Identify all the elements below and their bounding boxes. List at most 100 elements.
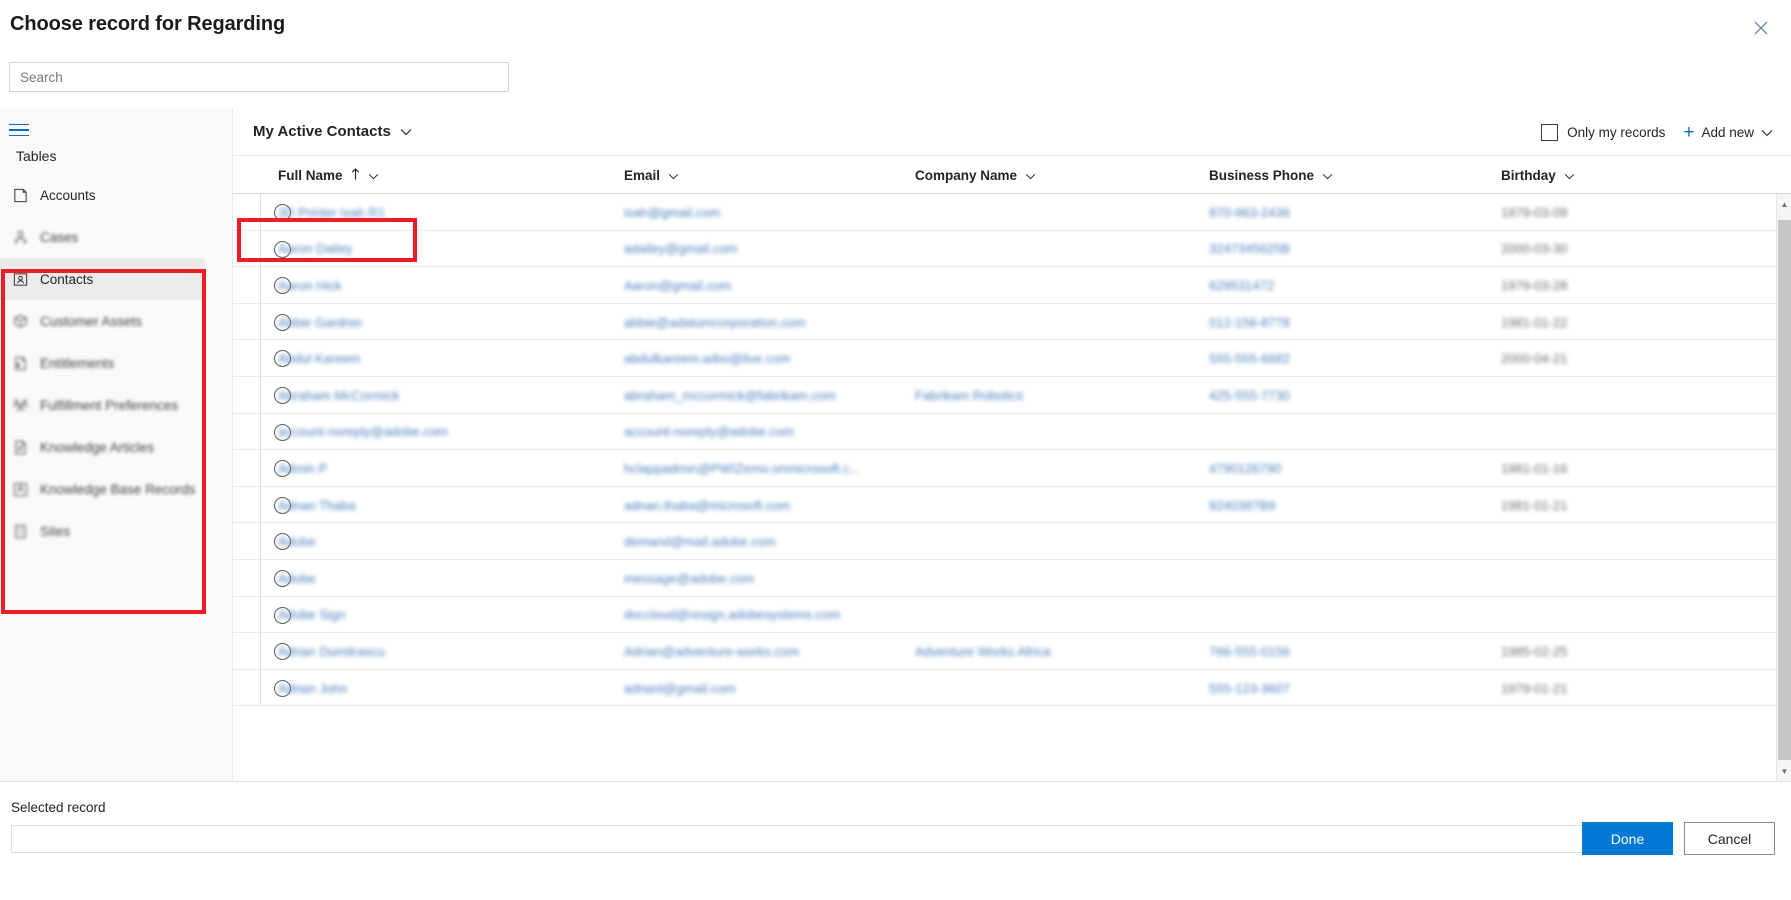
table-row[interactable]: Adnan Thaba adnan.thaba@microsoft.com 9240… (233, 486, 1791, 524)
sidebar-item-knowledge-articles[interactable]: Knowledge Articles (0, 426, 205, 468)
cell-full-name[interactable]: Adnan Thaba (278, 487, 538, 524)
table-row[interactable]: Adrian Dumitrascu Adrian@adventure-works.… (233, 633, 1791, 670)
sidebar-item-entitlements[interactable]: Entitlements (0, 342, 205, 384)
cell-email[interactable]: message@adobe.com (624, 560, 904, 597)
scrollbar-thumb[interactable] (1778, 220, 1791, 760)
cell-full-name[interactable]: Adobe (278, 560, 538, 597)
sidebar-item-customer-assets[interactable]: Customer Assets (0, 300, 205, 342)
cell-email[interactable]: hclappadmin@PWIZemo.onmicrosoft.c... (624, 450, 904, 487)
cell-business-phone[interactable]: 9240387B9 (1209, 487, 1459, 524)
sidebar-item-cases[interactable]: Cases (0, 216, 205, 258)
add-new-button[interactable]: + Add new (1683, 123, 1773, 142)
column-header-business-phone[interactable]: Business Phone (1209, 156, 1333, 194)
cell-email[interactable]: abdulkareem.wibo@live.com (624, 340, 904, 377)
cell-company-name[interactable] (915, 304, 1185, 341)
table-row[interactable]: Adobe Sign doccloud@resign.adobesystems.c… (233, 596, 1791, 634)
cell-email[interactable]: account-noreply@adobe.com (624, 414, 904, 451)
cell-full-name[interactable]: Abbie Gardner (278, 304, 538, 341)
cell-business-phone[interactable]: 870-963-2436 (1209, 194, 1459, 231)
table-row[interactable]: Adrian John adrianl@gmail.com 555-123-3607… (233, 669, 1791, 707)
table-row[interactable]: account-noreply@adobe.com account-noreply… (233, 413, 1791, 451)
cell-full-name[interactable]: Adobe (278, 523, 538, 560)
cancel-button[interactable]: Cancel (1684, 822, 1775, 855)
cell-company-name[interactable]: Fabrikam Robotics (915, 377, 1185, 414)
cell-email[interactable]: doccloud@resign.adobesystems.com (624, 597, 904, 634)
column-header-company-name[interactable]: Company Name (915, 156, 1036, 194)
scroll-down-icon[interactable]: ▼ (1777, 763, 1791, 779)
cell-email[interactable]: adnan.thaba@microsoft.com (624, 487, 904, 524)
table-row[interactable]: Aaron Hick Aaron@gmail.com 629531472 1979-0… (233, 267, 1791, 304)
cell-full-name[interactable]: Adrian John (278, 670, 538, 707)
sidebar-item-accounts[interactable]: Accounts (0, 174, 205, 216)
cell-company-name[interactable] (915, 267, 1185, 304)
table-row[interactable]: Admin P hclappadmin@PWIZemo.onmicrosoft.c… (233, 450, 1791, 487)
table-row[interactable]: Abbie Gardner abbie@adatumcorporation.com… (233, 303, 1791, 341)
cell-company-name[interactable] (915, 487, 1185, 524)
vertical-scrollbar[interactable]: ▲ ▼ (1776, 194, 1791, 781)
cell-business-phone[interactable] (1209, 414, 1459, 451)
cell-company-name[interactable] (915, 414, 1185, 451)
cell-full-name[interactable]: account-noreply@adobe.com (278, 414, 538, 451)
hamburger-icon[interactable] (9, 119, 33, 141)
cell-business-phone[interactable] (1209, 523, 1459, 560)
cell-company-name[interactable] (915, 450, 1185, 487)
search-input[interactable] (9, 62, 509, 92)
table-row[interactable]: Abraham McCormick abraham_mccormick@fabri… (233, 376, 1791, 414)
cell-email[interactable]: adrianl@gmail.com (624, 670, 904, 707)
cell-email[interactable]: Aaron@gmail.com (624, 267, 904, 304)
table-row[interactable]: Abdul Kareem abdulkareem.wibo@live.com 555… (233, 340, 1791, 377)
cell-company-name[interactable] (915, 560, 1185, 597)
cell-business-phone[interactable]: 555-555-6682 (1209, 340, 1459, 377)
cell-company-name[interactable] (915, 231, 1185, 268)
cell-full-name[interactable]: Adrian Dumitrascu (278, 633, 538, 670)
column-header-full-name[interactable]: Full Name (278, 156, 379, 194)
cell-full-name[interactable]: Abraham McCormick (278, 377, 538, 414)
close-icon[interactable] (1745, 12, 1777, 44)
cell-full-name[interactable]: Abdul Kareem (278, 340, 538, 377)
cell-email[interactable]: adailey@gmail.com (624, 231, 904, 268)
cell-email[interactable]: abbie@adatumcorporation.com (624, 304, 904, 341)
knowledge-base-icon (9, 478, 31, 500)
view-selector-button[interactable]: My Active Contacts (245, 114, 420, 148)
cell-full-name[interactable]: 3D Printer Ixah R1 (278, 194, 538, 231)
selected-record-input[interactable] (11, 825, 1583, 853)
cell-company-name[interactable] (915, 194, 1185, 231)
records-grid[interactable]: 3D Printer Ixah R1 ixah@gmail.com 870-963-… (233, 194, 1791, 781)
cell-company-name[interactable] (915, 340, 1185, 377)
cell-company-name[interactable]: Adventure Works Africa (915, 633, 1185, 670)
cell-full-name[interactable]: Aaron Dailey (278, 231, 538, 268)
cell-business-phone[interactable]: 555-123-3607 (1209, 670, 1459, 707)
table-row[interactable]: Aaron Dailey adailey@gmail.com 3247345625B… (233, 230, 1791, 268)
cell-business-phone[interactable]: 012-156-8778 (1209, 304, 1459, 341)
cell-business-phone[interactable]: 629531472 (1209, 267, 1459, 304)
column-header-email[interactable]: Email (624, 156, 679, 194)
cell-business-phone[interactable] (1209, 597, 1459, 634)
cell-business-phone[interactable]: 425-555-7730 (1209, 377, 1459, 414)
cell-email[interactable]: Adrian@adventure-works.com (624, 633, 904, 670)
scroll-up-icon[interactable]: ▲ (1777, 196, 1791, 212)
cell-full-name[interactable]: Aaron Hick (278, 267, 538, 304)
cell-company-name[interactable] (915, 670, 1185, 707)
sidebar-item-knowledge-base-records[interactable]: Knowledge Base Records (0, 468, 205, 510)
cell-business-phone[interactable] (1209, 560, 1459, 597)
cell-company-name[interactable] (915, 523, 1185, 560)
cell-full-name[interactable]: Adobe Sign (278, 597, 538, 634)
sidebar-item-contacts[interactable]: Contacts (0, 258, 205, 300)
only-my-records-toggle[interactable]: Only my records (1541, 123, 1665, 141)
cell-full-name[interactable]: Admin P (278, 450, 538, 487)
cell-email[interactable]: demand@mail.adobe.com (624, 523, 904, 560)
cell-business-phone[interactable]: 4790126790 (1209, 450, 1459, 487)
sidebar-item-fulfillment-preferences[interactable]: Fulfillment Preferences (0, 384, 205, 426)
cell-email[interactable]: ixah@gmail.com (624, 194, 904, 231)
done-button[interactable]: Done (1582, 822, 1673, 855)
table-row[interactable]: Adobe demand@mail.adobe.com (233, 523, 1791, 560)
column-header-birthday[interactable]: Birthday (1501, 156, 1575, 194)
sidebar-item-sites[interactable]: Sites (0, 510, 205, 552)
cell-business-phone[interactable]: 3247345625B (1209, 231, 1459, 268)
table-row[interactable]: Adobe message@adobe.com (233, 559, 1791, 597)
cell-company-name[interactable] (915, 597, 1185, 634)
cell-email[interactable]: abraham_mccormick@fabrikam.com (624, 377, 904, 414)
only-my-records-checkbox[interactable] (1541, 123, 1559, 141)
table-row[interactable]: 3D Printer Ixah R1 ixah@gmail.com 870-963-… (233, 194, 1791, 231)
cell-business-phone[interactable]: 766-555-0156 (1209, 633, 1459, 670)
